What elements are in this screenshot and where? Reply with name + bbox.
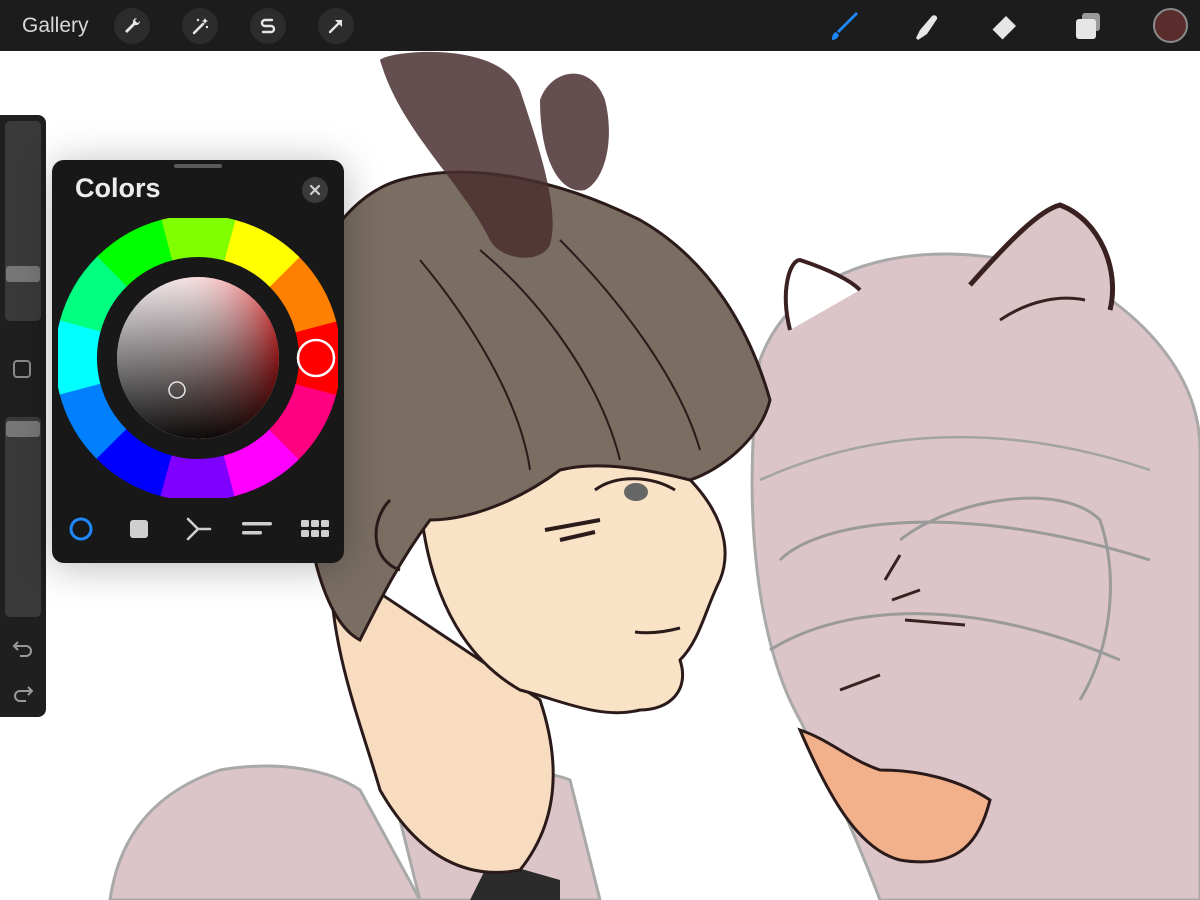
tab-palettes[interactable] — [295, 512, 335, 546]
value-icon — [242, 522, 272, 535]
layers-icon[interactable] — [1068, 6, 1108, 46]
transform-icon[interactable] — [318, 8, 354, 44]
brush-size-slider[interactable] — [5, 121, 41, 321]
modifier-button[interactable] — [13, 360, 31, 378]
hue-picker — [296, 338, 336, 378]
top-toolbar: Gallery — [0, 0, 1200, 51]
tab-classic[interactable] — [119, 512, 159, 546]
tab-disc[interactable] — [61, 512, 101, 546]
tab-value[interactable] — [237, 512, 277, 546]
gallery-button[interactable]: Gallery — [22, 14, 89, 38]
color-mode-tabs — [52, 512, 344, 546]
brush-icon[interactable] — [824, 6, 864, 46]
adjustments-icon[interactable] — [182, 8, 218, 44]
actions-icon[interactable] — [114, 8, 150, 44]
colors-panel: Colors — [52, 160, 344, 563]
undo-icon[interactable] — [11, 636, 35, 660]
redo-icon[interactable] — [11, 681, 35, 705]
tab-harmony[interactable] — [178, 512, 218, 546]
brush-opacity-thumb[interactable] — [6, 421, 40, 437]
color-disc[interactable] — [54, 214, 341, 501]
close-button[interactable] — [302, 177, 328, 203]
disc-icon — [69, 517, 93, 541]
close-icon — [309, 184, 321, 196]
smudge-icon[interactable] — [906, 6, 946, 46]
panel-grabber[interactable] — [174, 164, 222, 168]
brush-size-thumb[interactable] — [6, 266, 40, 282]
harmony-icon — [186, 517, 212, 541]
selection-icon[interactable] — [250, 8, 286, 44]
left-sidebar — [0, 115, 46, 717]
palettes-icon — [301, 520, 329, 537]
current-color-swatch[interactable] — [1153, 8, 1188, 43]
eraser-icon[interactable] — [984, 6, 1024, 46]
classic-icon — [130, 520, 148, 538]
brush-opacity-slider[interactable] — [5, 417, 41, 617]
panel-title: Colors — [75, 173, 161, 203]
